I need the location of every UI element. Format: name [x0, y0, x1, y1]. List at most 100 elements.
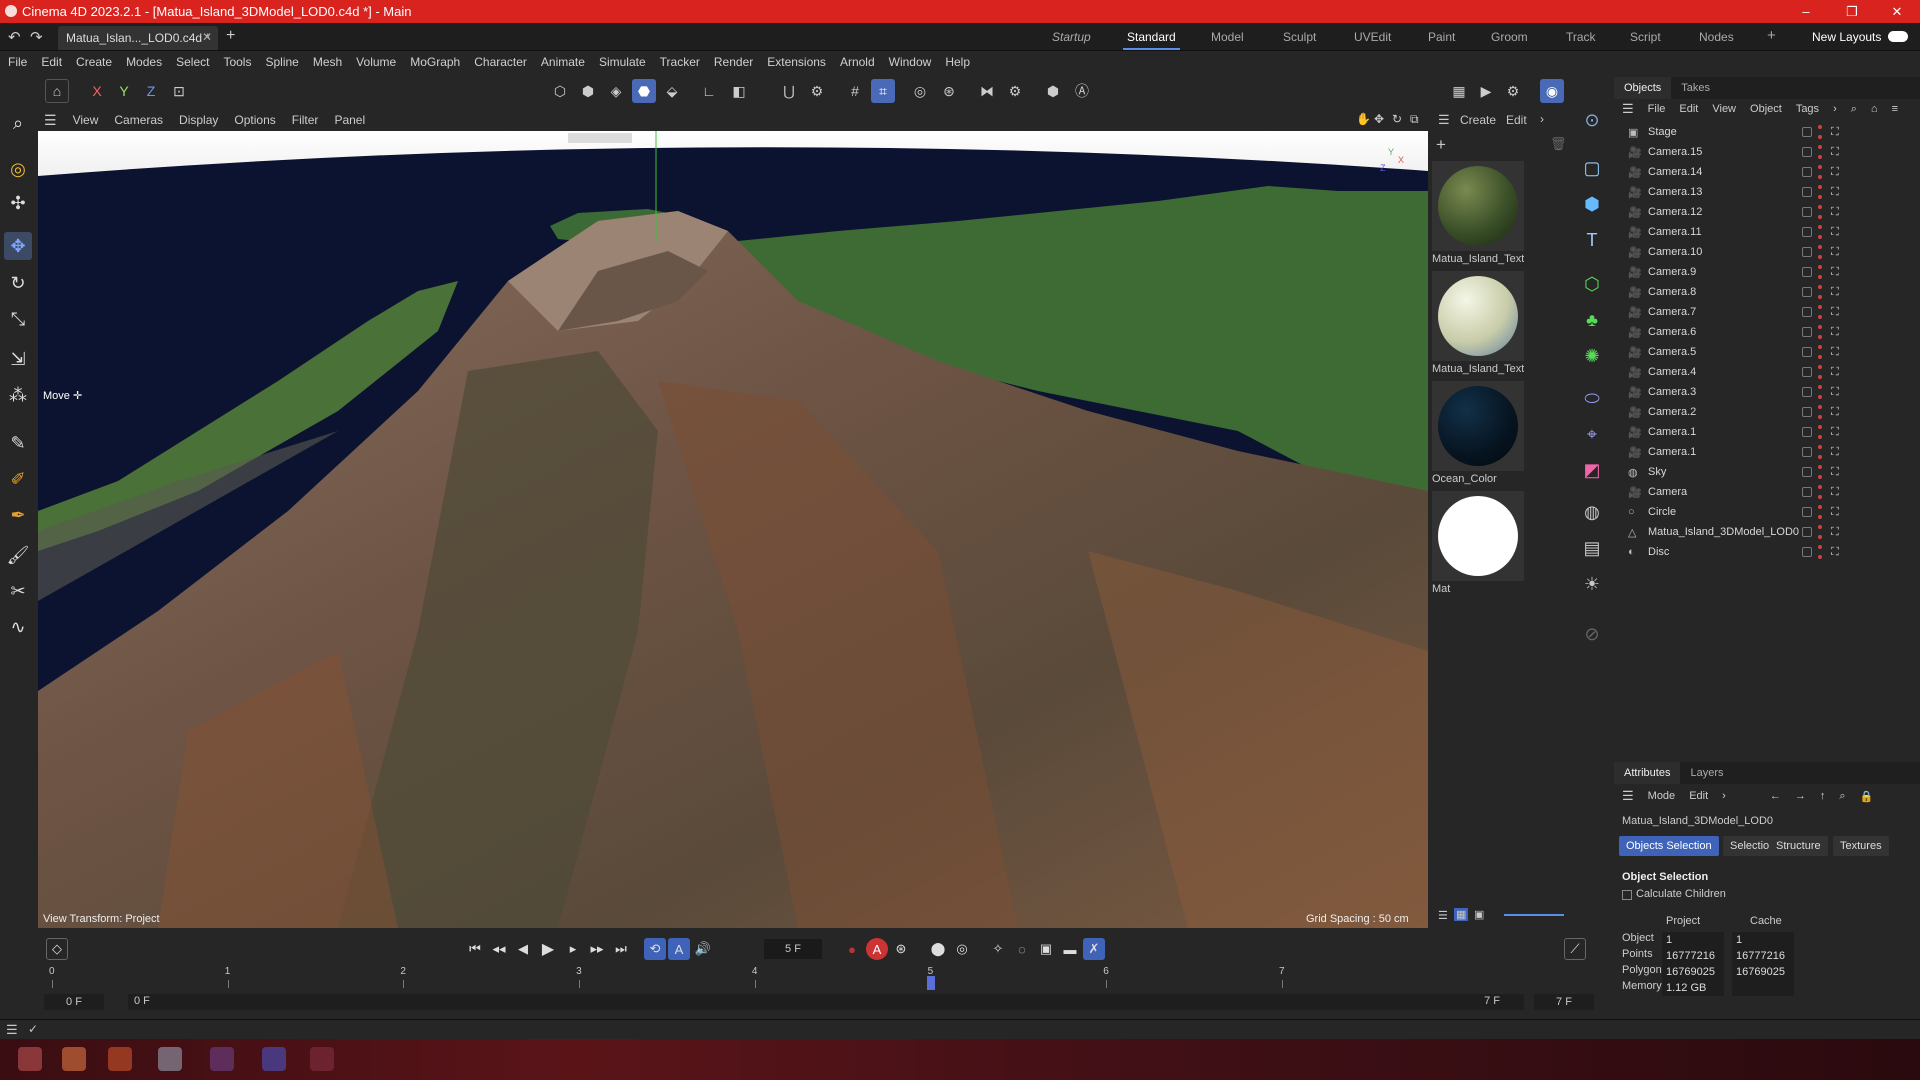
object-row[interactable]: 🎥 Camera.14 ⛶	[1614, 162, 1920, 182]
taskbar-app-icon[interactable]	[62, 1047, 86, 1071]
taskbar-app-icon[interactable]	[158, 1047, 182, 1071]
autokey-record-icon[interactable]: A	[866, 938, 888, 960]
scale-tool-icon[interactable]: ⤡	[4, 305, 32, 333]
object-row[interactable]: 🎥 Camera.13 ⛶	[1614, 182, 1920, 202]
key-scale-icon[interactable]: ✧	[987, 938, 1009, 960]
layout-script[interactable]: Script	[1630, 30, 1661, 44]
object-hamburger-icon[interactable]: ☰	[1622, 101, 1634, 117]
editor-render-dots[interactable]	[1818, 425, 1822, 439]
maximize-button[interactable]: ❐	[1829, 0, 1875, 23]
snap-settings-icon[interactable]: ⚙	[805, 79, 829, 103]
camera-object-icon[interactable]: ⊙	[1578, 106, 1606, 134]
attribute-menu-edit[interactable]: Edit	[1689, 790, 1708, 802]
attribute-search-icon[interactable]: ⌕	[1839, 790, 1845, 803]
next-frame-icon[interactable]: ▸	[562, 938, 584, 960]
close-button[interactable]: ✕	[1874, 0, 1920, 23]
end-frame-field[interactable]: 7 F	[1534, 994, 1594, 1010]
volume-icon[interactable]: ◩	[1578, 456, 1606, 484]
object-tag-icon[interactable]: ⛶	[1831, 226, 1839, 239]
go-to-start-icon[interactable]: ⏮	[464, 938, 486, 960]
material-item[interactable]: Mat	[1432, 491, 1524, 599]
object-row[interactable]: ○ Circle ⛶	[1614, 502, 1920, 522]
editor-render-dots[interactable]	[1818, 445, 1822, 459]
points-mode-icon[interactable]: ⬡	[548, 79, 572, 103]
play-icon[interactable]: ▶	[537, 938, 559, 960]
current-frame-field[interactable]: 5 F	[764, 939, 822, 959]
material-hamburger-icon[interactable]: ☰	[1438, 112, 1450, 128]
object-row[interactable]: 🎥 Camera.4 ⛶	[1614, 362, 1920, 382]
symmetry-icon[interactable]: ⧓	[975, 79, 999, 103]
thumbnail-size-slider[interactable]	[1504, 914, 1564, 916]
material-item[interactable]: Matua_Island_Text	[1432, 271, 1524, 379]
viewport-menu-view[interactable]: View	[73, 113, 99, 127]
snap-icon[interactable]: ⋃	[777, 79, 801, 103]
timeline-ruler[interactable]: 01234567	[46, 966, 1578, 992]
go-to-end-icon[interactable]: ⏭	[610, 938, 632, 960]
editor-render-dots[interactable]	[1818, 365, 1822, 379]
editor-render-dots[interactable]	[1818, 265, 1822, 279]
field-icon[interactable]: ⌖	[1578, 420, 1606, 448]
visibility-checkbox[interactable]	[1802, 287, 1812, 297]
attribute-menu-more-icon[interactable]: ›	[1722, 790, 1726, 802]
attribute-menu-mode[interactable]: Mode	[1648, 790, 1676, 802]
taskbar-app-icon[interactable]	[108, 1047, 132, 1071]
menu-modes[interactable]: Modes	[126, 55, 162, 69]
timeline-graph-icon[interactable]: ⟋	[1564, 938, 1586, 960]
render-picture-viewer-icon[interactable]: ▶	[1474, 79, 1498, 103]
interpolation-icon[interactable]: ✗	[1083, 938, 1105, 960]
menu-animate[interactable]: Animate	[541, 55, 585, 69]
layout-sculpt[interactable]: Sculpt	[1283, 30, 1316, 44]
brush-tool-icon[interactable]: 🖌	[4, 541, 32, 569]
magnet-tool-icon[interactable]: ∿	[4, 613, 32, 641]
layout-paint[interactable]: Paint	[1428, 30, 1455, 44]
object-search-icon[interactable]: ⌕	[1851, 103, 1857, 116]
menu-simulate[interactable]: Simulate	[599, 55, 646, 69]
close-tab-icon[interactable]: ✕	[202, 30, 212, 44]
object-tag-icon[interactable]: ⛶	[1831, 306, 1839, 319]
viewport-solo-icon[interactable]: ⌂	[45, 79, 69, 103]
menu-edit[interactable]: Edit	[41, 55, 62, 69]
object-row[interactable]: 🎥 Camera.8 ⛶	[1614, 282, 1920, 302]
previous-key-icon[interactable]: ◂◂	[488, 938, 510, 960]
layout-startup[interactable]: Startup	[1052, 30, 1091, 44]
text-object-icon[interactable]: T	[1578, 226, 1606, 254]
editor-render-dots[interactable]	[1818, 525, 1822, 539]
keyframe-mode-icon[interactable]: ◇	[46, 938, 68, 960]
visibility-checkbox[interactable]	[1802, 267, 1812, 277]
visibility-checkbox[interactable]	[1802, 367, 1812, 377]
material-item[interactable]: Matua_Island_Text	[1432, 161, 1524, 269]
object-row[interactable]: 🎥 Camera.12 ⛶	[1614, 202, 1920, 222]
tweak-tool-icon[interactable]: ✣	[4, 189, 32, 217]
light-icon[interactable]: ☀	[1578, 570, 1606, 598]
tab-takes[interactable]: Takes	[1671, 77, 1720, 99]
layout-track[interactable]: Track	[1566, 30, 1596, 44]
editor-render-dots[interactable]	[1818, 205, 1822, 219]
transfer-tool-icon[interactable]: ⇲	[4, 345, 32, 373]
objects-selection-button[interactable]: Objects Selection	[1619, 836, 1719, 856]
editor-render-dots[interactable]	[1818, 305, 1822, 319]
taskbar-app-icon[interactable]	[18, 1047, 42, 1071]
object-tag-icon[interactable]: ⛶	[1831, 206, 1839, 219]
object-tag-icon[interactable]: ⛶	[1831, 386, 1839, 399]
menu-volume[interactable]: Volume	[356, 55, 396, 69]
z-axis-toggle[interactable]: Z	[139, 79, 163, 103]
motion-system-icon[interactable]: ▬	[1059, 938, 1081, 960]
key-position-icon[interactable]: ⬤	[927, 938, 949, 960]
add-layout-button[interactable]: +	[1767, 27, 1776, 44]
object-tag-icon[interactable]: ⛶	[1831, 346, 1839, 359]
object-row[interactable]: 🎥 Camera.10 ⛶	[1614, 242, 1920, 262]
visibility-checkbox[interactable]	[1802, 247, 1812, 257]
viewport-menu-display[interactable]: Display	[179, 113, 218, 127]
next-key-icon[interactable]: ▸▸	[586, 938, 608, 960]
viewport-menu-cameras[interactable]: Cameras	[114, 113, 163, 127]
list-view-icon[interactable]: ☰	[1438, 909, 1448, 922]
editor-render-dots[interactable]	[1818, 465, 1822, 479]
model-mode-icon[interactable]: ⬣	[632, 79, 656, 103]
visibility-checkbox[interactable]	[1802, 467, 1812, 477]
object-menu-tags[interactable]: Tags	[1796, 103, 1819, 115]
menu-create[interactable]: Create	[76, 55, 112, 69]
coordinate-system-icon[interactable]: ⊡	[167, 79, 191, 103]
object-row[interactable]: 🎥 Camera ⛶	[1614, 482, 1920, 502]
edit-render-settings-icon[interactable]: ⚙	[1501, 79, 1525, 103]
undo-icon[interactable]: ↶	[8, 28, 21, 46]
